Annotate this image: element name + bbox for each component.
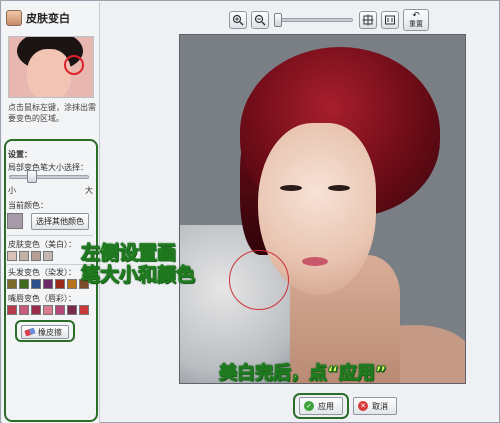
hair-swatch[interactable] — [43, 279, 53, 289]
lip-swatch[interactable] — [31, 305, 41, 315]
current-color-swatch — [7, 213, 23, 229]
skin-tool-icon — [6, 10, 22, 26]
preview-brush-circle — [64, 55, 84, 75]
photo-left-eye — [280, 185, 302, 191]
skin-swatch[interactable] — [43, 251, 53, 261]
zoom-out-button[interactable] — [251, 11, 269, 29]
cancel-button[interactable]: ✕ 取消 — [353, 397, 397, 415]
usage-hint: 点击鼠标左键，涂抹出需要变色的区域。 — [8, 103, 96, 123]
skin-swatch[interactable] — [7, 251, 17, 261]
undo-icon: ↶ — [412, 11, 420, 21]
cancel-button-label: 取消 — [372, 401, 388, 411]
tool-title: 皮肤变白 — [26, 12, 70, 25]
preview-thumbnail[interactable] — [8, 36, 94, 98]
skin-swatch[interactable] — [31, 251, 41, 261]
skin-color-label: 皮肤变色（美白）： — [8, 240, 76, 249]
skin-swatches — [7, 251, 53, 261]
app-window: 皮肤变白 点击鼠标左键，涂抹出需要变色的区域。 设置： 局部变色笔大小选择： 小… — [0, 0, 500, 423]
lip-swatch[interactable] — [79, 305, 89, 315]
skin-swatch[interactable] — [19, 251, 29, 261]
brush-small-label: 小 — [8, 186, 16, 195]
settings-label: 设置： — [8, 150, 32, 159]
lip-swatch[interactable] — [7, 305, 17, 315]
photo-canvas[interactable] — [179, 34, 466, 384]
lip-swatches — [7, 305, 89, 315]
hair-swatch[interactable] — [55, 279, 65, 289]
image-toolbar: ↶ 重置 — [229, 8, 431, 32]
brush-size-knob[interactable] — [27, 170, 37, 183]
photo-right-eye — [328, 185, 350, 191]
eraser-highlight: 橡皮擦 — [15, 320, 75, 342]
reset-button[interactable]: ↶ 重置 — [403, 9, 429, 31]
fit-screen-icon — [362, 14, 374, 26]
zoom-in-button[interactable] — [229, 11, 247, 29]
reset-button-label: 重置 — [409, 20, 423, 28]
left-annotation-line1: 左侧设置画 — [80, 242, 177, 265]
lip-swatch[interactable] — [55, 305, 65, 315]
left-annotation: 左侧设置画 笔大小和颜色 — [80, 242, 196, 287]
check-icon: ✓ — [304, 401, 314, 411]
pick-color-button[interactable]: 选择其他颜色 — [31, 213, 89, 230]
close-icon: ✕ — [358, 401, 368, 411]
divider — [7, 235, 93, 236]
brush-size-label: 局部变色笔大小选择： — [8, 163, 88, 172]
hair-swatch[interactable] — [31, 279, 41, 289]
zoom-out-icon — [254, 14, 266, 26]
hair-color-label: 头发变色（染发）： — [8, 268, 76, 277]
actual-size-button[interactable] — [381, 11, 399, 29]
lip-swatch[interactable] — [19, 305, 29, 315]
brush-cursor-circle — [229, 250, 289, 310]
lip-swatch[interactable] — [67, 305, 77, 315]
fit-screen-button[interactable] — [359, 11, 377, 29]
lip-swatch[interactable] — [43, 305, 53, 315]
eraser-icon — [24, 327, 36, 337]
current-color-label: 当前颜色： — [8, 201, 48, 210]
bottom-annotation: 美白完后，点“应用” — [219, 363, 388, 385]
brush-size-track[interactable] — [9, 175, 89, 179]
zoom-in-icon — [232, 14, 244, 26]
hair-swatches — [7, 279, 89, 289]
hair-swatch[interactable] — [67, 279, 77, 289]
apply-button[interactable]: ✓ 应用 — [299, 397, 343, 415]
eraser-button[interactable]: 橡皮擦 — [21, 325, 69, 339]
brush-large-label: 大 — [85, 186, 93, 195]
zoom-slider[interactable] — [274, 13, 353, 27]
preview-face — [27, 49, 71, 97]
actual-size-icon — [385, 15, 395, 25]
left-annotation-line2: 笔大小和颜色 — [80, 264, 196, 287]
zoom-slider-knob[interactable] — [274, 13, 282, 27]
hair-swatch[interactable] — [7, 279, 17, 289]
hair-swatch[interactable] — [19, 279, 29, 289]
apply-button-label: 应用 — [318, 401, 334, 411]
lip-color-label: 嘴唇变色（唇彩）： — [8, 294, 76, 303]
eraser-button-label: 橡皮擦 — [38, 327, 62, 337]
tool-header: 皮肤变白 — [6, 8, 70, 28]
photo-lips — [302, 257, 328, 266]
